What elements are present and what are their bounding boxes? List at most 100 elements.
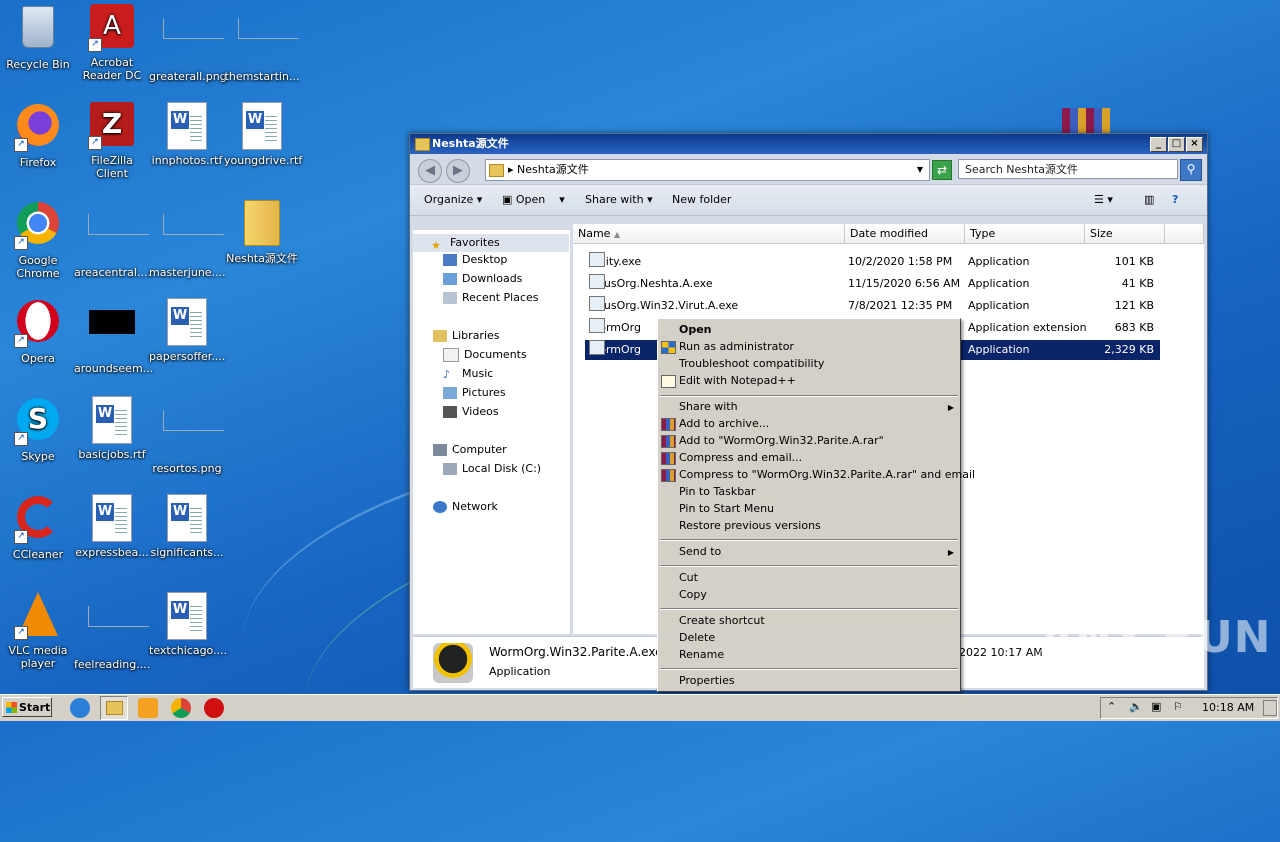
menu-item-label: Pin to Start Menu	[679, 502, 775, 515]
menu-item[interactable]: Delete	[679, 631, 715, 644]
desktop-icon[interactable]: Wexpressbea...	[74, 494, 150, 559]
show-desktop-button[interactable]	[1263, 700, 1277, 716]
desktop-icon[interactable]: Wyoungdrive.rtf	[224, 102, 302, 167]
media-player-icon[interactable]	[138, 698, 158, 718]
open-button[interactable]: ▣ Open ▾	[502, 185, 565, 215]
column-header-name[interactable]: Name ▲	[573, 224, 845, 244]
file-row[interactable]: VirusOrg.Neshta.A.exe 11/15/2020 6:56 AM A…	[585, 274, 1160, 294]
menu-item[interactable]: Add to archive...	[661, 417, 769, 431]
nav-music[interactable]: ♪ Music	[443, 367, 493, 381]
desktop-icon[interactable]: resortos.png	[149, 396, 225, 475]
desktop-icon[interactable]: masterjune....	[149, 200, 226, 279]
new-folder-button[interactable]: New folder	[672, 185, 731, 215]
file-row[interactable]: VirusOrg.Win32.Virut.A.exe 7/8/2021 12:35…	[585, 296, 1160, 316]
desktop-icon[interactable]: A ↗ Acrobat Reader DC	[74, 4, 150, 82]
maximize-button[interactable]: □	[1168, 137, 1185, 152]
action-center-icon[interactable]: ⚐	[1173, 700, 1183, 713]
clock[interactable]: 10:18 AM	[1202, 701, 1254, 714]
nav-label: Local Disk (C:)	[462, 462, 542, 475]
menu-item[interactable]: Edit with Notepad++	[661, 374, 796, 388]
explorer-taskbar-button[interactable]	[100, 696, 128, 720]
desktop-icon[interactable]: ↗ Firefox	[0, 102, 76, 169]
desktop-icon[interactable]: Neshta源文件	[224, 200, 300, 265]
menu-item[interactable]: Troubleshoot compatibility	[679, 357, 824, 370]
desktop-icon[interactable]: ↗ VLC media player	[0, 592, 76, 670]
nav-local-disk[interactable]: Local Disk (C:)	[443, 462, 541, 475]
nav-documents[interactable]: Documents	[443, 348, 527, 362]
forward-button[interactable]: ▶	[446, 159, 470, 183]
show-hidden-icons-icon[interactable]: ⌃	[1107, 700, 1116, 713]
column-header-size[interactable]: Size	[1085, 224, 1165, 244]
desktop-icon[interactable]: Wpapersoffer....	[149, 298, 225, 363]
desktop-icon[interactable]: Wbasicjobs.rtf	[74, 396, 150, 461]
title-bar[interactable]: Neshta源文件 _ □ ×	[410, 134, 1207, 154]
preview-pane-icon[interactable]: ▥	[1144, 185, 1154, 215]
desktop-icon[interactable]: Recycle Bin	[0, 4, 76, 71]
menu-item[interactable]: Restore previous versions	[679, 519, 821, 532]
menu-item[interactable]: Run as administrator	[661, 340, 794, 354]
nav-libraries[interactable]: Libraries	[433, 329, 500, 342]
refresh-button[interactable]: ⇄	[932, 160, 952, 180]
search-input[interactable]: Search Neshta源文件	[958, 159, 1178, 179]
menu-item[interactable]: Cut	[679, 571, 698, 584]
help-icon[interactable]: ?	[1172, 185, 1178, 215]
search-icon[interactable]: ⚲	[1180, 159, 1202, 181]
menu-item[interactable]: Copy	[679, 588, 707, 601]
close-button[interactable]: ×	[1186, 137, 1203, 152]
stop-icon[interactable]	[204, 698, 224, 718]
menu-item[interactable]: Pin to Start Menu	[679, 502, 774, 515]
videos-icon	[443, 406, 457, 418]
file-row[interactable]: Sality.exe 10/2/2020 1:58 PM Application 10…	[585, 252, 1160, 272]
file-name-text: VirusOrg.Win32.Virut.A.exe	[589, 299, 739, 312]
back-button[interactable]: ◀	[418, 159, 442, 183]
desktop-icon[interactable]: feelreading....	[74, 592, 150, 671]
network-tray-icon[interactable]: ▣	[1151, 700, 1161, 713]
column-header-date[interactable]: Date modified	[845, 224, 965, 244]
nav-downloads[interactable]: Downloads	[443, 272, 522, 285]
share-with-button[interactable]: Share with ▾	[585, 185, 653, 215]
desktop-icon[interactable]: themstartin...	[224, 4, 300, 83]
desktop-icon[interactable]: areacentral....	[74, 200, 151, 279]
desktop-icon[interactable]: greaterall.png	[149, 4, 227, 83]
menu-item[interactable]: Share with	[679, 400, 738, 413]
nav-network[interactable]: Network	[433, 500, 498, 513]
winrar-icon[interactable]	[1062, 108, 1110, 134]
desktop-icon[interactable]: Winnphotos.rtf	[149, 102, 225, 167]
chrome-icon[interactable]	[171, 698, 191, 718]
nav-recent-places[interactable]: Recent Places	[443, 291, 539, 304]
address-bar[interactable]: ▸ Neshta源文件 ▼	[485, 159, 930, 181]
menu-item[interactable]: Open	[679, 323, 712, 336]
nav-computer[interactable]: Computer	[433, 443, 507, 456]
volume-icon[interactable]: 🔈	[1129, 700, 1143, 713]
taskbar: Start ⌃ 🔈 ▣ ⚐ 10:18 AM	[0, 694, 1280, 721]
menu-item[interactable]: Create shortcut	[679, 614, 765, 627]
minimize-button[interactable]: _	[1150, 137, 1167, 152]
nav-desktop[interactable]: Desktop	[443, 253, 507, 266]
start-button[interactable]: Start	[2, 697, 52, 717]
menu-item[interactable]: Pin to Taskbar	[679, 485, 755, 498]
organize-button[interactable]: Organize ▾	[424, 185, 482, 215]
desktop-icon[interactable]: Wtextchicago....	[149, 592, 227, 657]
menu-item[interactable]: Properties	[679, 674, 735, 687]
shield-icon	[661, 341, 676, 354]
nav-favorites[interactable]: ★ Favorites	[413, 234, 569, 252]
view-options-icon[interactable]: ☰ ▾	[1094, 185, 1113, 215]
column-header-type[interactable]: Type	[965, 224, 1085, 244]
word-doc-icon: W	[88, 494, 136, 542]
desktop-icon[interactable]: aroundseem...	[74, 298, 153, 375]
nav-videos[interactable]: Videos	[443, 405, 499, 418]
menu-item[interactable]: Rename	[679, 648, 724, 661]
desktop-icon[interactable]: Z ↗ FileZilla Client	[74, 102, 150, 180]
internet-explorer-icon[interactable]	[70, 698, 90, 718]
nav-pictures[interactable]: Pictures	[443, 386, 506, 399]
desktop-icon[interactable]: ↗ Opera	[0, 298, 76, 365]
desktop-icon[interactable]: S ↗ Skype	[0, 396, 76, 463]
menu-item[interactable]: Compress and email...	[661, 451, 802, 465]
menu-item[interactable]: Add to "WormOrg.Win32.Parite.A.rar"	[661, 434, 884, 448]
desktop-icon[interactable]: ↗ CCleaner	[0, 494, 76, 561]
menu-item[interactable]: Compress to "WormOrg.Win32.Parite.A.rar"…	[661, 468, 975, 482]
desktop-icon[interactable]: Wsignificants...	[149, 494, 225, 559]
menu-item[interactable]: Send to	[679, 545, 721, 558]
desktop-icon[interactable]: ↗ Google Chrome	[0, 200, 76, 280]
chevron-down-icon[interactable]: ▼	[917, 160, 923, 180]
